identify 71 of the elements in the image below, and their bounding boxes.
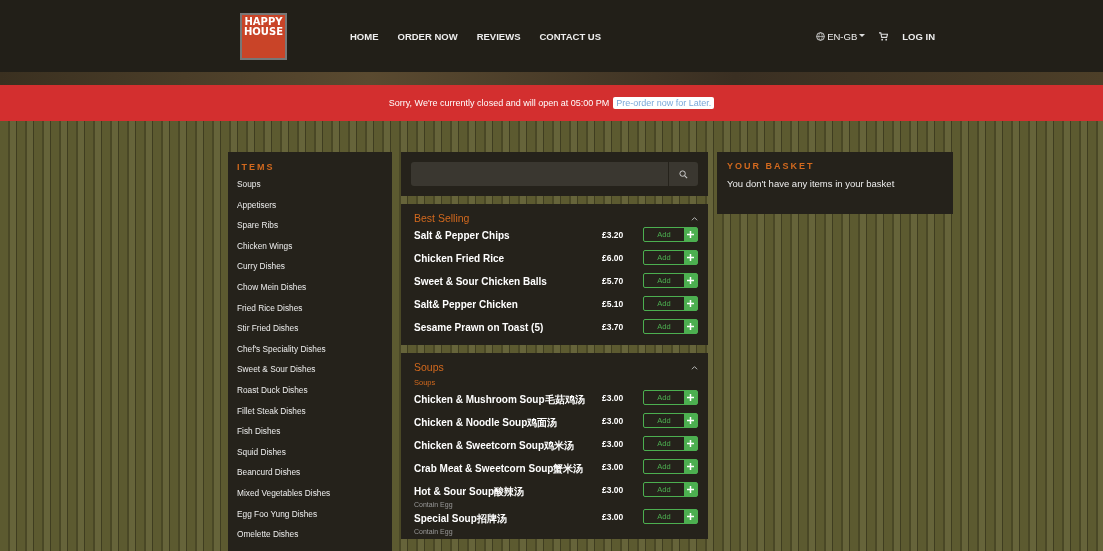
- category-link[interactable]: Chow Mein Dishes: [237, 281, 384, 303]
- plus-icon: [684, 483, 697, 496]
- plus-icon: [684, 251, 697, 264]
- category-link[interactable]: Stir Fried Dishes: [237, 323, 384, 344]
- dish-price: £3.00: [602, 392, 625, 403]
- category-link[interactable]: Chef's Speciality Dishes: [237, 343, 384, 365]
- dish-name: Chicken & Noodle Soup鸡面汤: [414, 417, 558, 428]
- category-link[interactable]: Spare Ribs: [237, 220, 384, 241]
- panel-title: YOUR BASKET: [727, 161, 816, 171]
- dish-price: £6.00: [602, 252, 625, 263]
- category-link[interactable]: Roast Duck Dishes: [237, 384, 384, 406]
- nav-link[interactable]: ORDER NOW: [397, 30, 458, 42]
- collapse-icon[interactable]: [691, 364, 698, 370]
- closed-message: Sorry, We're currently closed and will open at 05:00 PM: [388, 98, 610, 108]
- dish-price: £3.00: [602, 438, 625, 449]
- nav-link[interactable]: HOME: [350, 30, 379, 42]
- basket-message: You don't have any items in your basket: [727, 178, 896, 189]
- category-link[interactable]: Appetisers: [237, 199, 384, 221]
- logo[interactable]: HAPPY HOUSE: [240, 12, 287, 60]
- dish-price: £3.20: [602, 229, 625, 240]
- cart-icon[interactable]: [879, 31, 889, 41]
- category-link[interactable]: Curry Dishes: [237, 261, 384, 282]
- category-link[interactable]: Soups: [237, 179, 384, 200]
- search-icon: [679, 169, 688, 179]
- dish-name: Salt& Pepper Chicken: [414, 299, 518, 310]
- plus-icon: [684, 414, 697, 427]
- plus-icon: [684, 391, 697, 404]
- plus-icon: [684, 320, 697, 333]
- collapse-icon[interactable]: [691, 215, 698, 221]
- dish-name: Salt & Pepper Chips: [414, 230, 510, 241]
- dish-price: £3.00: [602, 415, 625, 426]
- section-title: Best Selling: [414, 212, 470, 224]
- dish-name: Chicken & Sweetcorn Soup鸡米汤: [414, 440, 575, 451]
- plus-icon: [684, 460, 697, 473]
- caret-icon: [859, 34, 866, 38]
- dish-price: £3.70: [602, 321, 625, 332]
- nav-link[interactable]: REVIEWS: [476, 30, 521, 42]
- dish-price: £3.00: [602, 461, 625, 472]
- dish-price: £5.70: [602, 275, 625, 286]
- plus-icon: [684, 297, 697, 310]
- category-link[interactable]: Sweet & Sour Dishes: [237, 364, 384, 385]
- panel-title: ITEMS: [237, 162, 276, 172]
- category-link[interactable]: Squid Dishes: [237, 446, 384, 468]
- globe-icon: [816, 31, 826, 41]
- category-link[interactable]: Egg Foo Yung Dishes: [237, 508, 384, 530]
- dish-name: Special Soup招牌汤: [414, 513, 507, 524]
- plus-icon: [684, 510, 697, 523]
- category-link[interactable]: Fillet Steak Dishes: [237, 405, 384, 427]
- plus-icon: [684, 437, 697, 450]
- dish-name: Chicken Fried Rice: [414, 253, 505, 264]
- plus-icon: [684, 274, 697, 287]
- login-link[interactable]: LOG IN: [902, 30, 935, 42]
- category-link[interactable]: Fish Dishes: [237, 426, 384, 447]
- category-link[interactable]: Chicken Wings: [237, 240, 384, 262]
- category-link[interactable]: Omelette Dishes: [237, 529, 384, 550]
- nav-link[interactable]: CONTACT US: [539, 30, 602, 42]
- category-link[interactable]: Fried Rice Dishes: [237, 302, 384, 324]
- category-link[interactable]: Beancurd Dishes: [237, 467, 384, 488]
- dish-price: £3.00: [602, 484, 625, 495]
- dish-name: Hot & Sour Soup酸辣汤: [414, 486, 524, 497]
- category-link[interactable]: Mixed Vegetables Dishes: [237, 487, 384, 509]
- dish-price: £5.10: [602, 298, 625, 309]
- dish-price: £3.00: [602, 511, 625, 522]
- plus-icon: [684, 228, 697, 241]
- language-selector[interactable]: EN-GB: [816, 30, 866, 42]
- section-title: Soups: [414, 361, 444, 373]
- dish-name: Sesame Prawn on Toast (5): [414, 322, 544, 333]
- dish-name: Chicken & Mushroom Soup毛菇鸡汤: [414, 394, 585, 405]
- dish-name: Sweet & Sour Chicken Balls: [414, 276, 547, 287]
- search-field[interactable]: [411, 162, 698, 186]
- dish-name: Crab Meat & Sweetcorn Soup蟹米汤: [414, 463, 584, 474]
